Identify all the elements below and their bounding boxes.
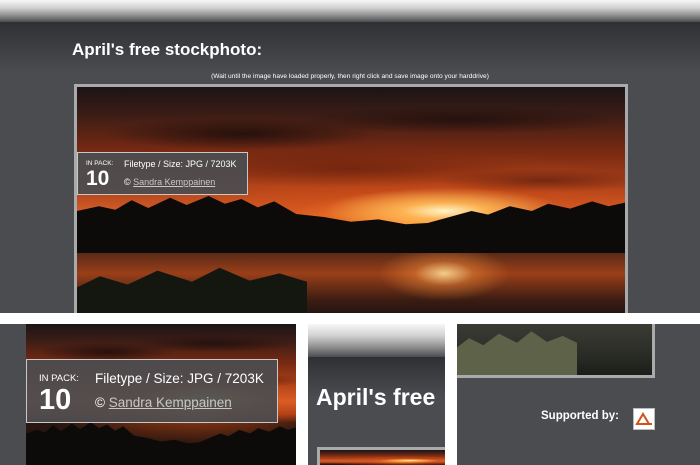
- instructions-text: (Wait until the image have loaded proper…: [211, 73, 489, 80]
- in-pack-label-zoom: IN PACK:: [39, 373, 79, 384]
- in-pack-count: 10: [86, 167, 110, 190]
- top-gloss-bar: [0, 0, 700, 22]
- in-pack-count-zoom: 10: [39, 384, 72, 416]
- filetype-size-text-zoom: Filetype / Size: JPG / 7203K: [95, 371, 264, 386]
- stock-photo-zoom-2: [320, 450, 445, 465]
- stock-photo[interactable]: [77, 87, 625, 313]
- zoom-panel-sponsor: Supported by:: [457, 324, 700, 465]
- main-panel: April's free stockphoto: (Wait until the…: [0, 0, 700, 313]
- top-gloss-bar-zoom: [308, 324, 445, 357]
- author-link[interactable]: Sandra Kemppainen: [133, 177, 215, 187]
- photo-credit-zoom: © Sandra Kemppainen: [95, 395, 232, 410]
- copyright-symbol: ©: [124, 177, 131, 187]
- in-pack-label: IN PACK:: [86, 160, 114, 167]
- photo-info-box: IN PACK: 10 Filetype / Size: JPG / 7203K…: [77, 152, 248, 195]
- page-title-zoom: April's free: [316, 384, 436, 410]
- photo-foreground-bushes-bottom: [457, 331, 577, 375]
- sponsor-logo-icon[interactable]: [633, 408, 655, 430]
- stock-photo-bottom: [457, 324, 652, 375]
- zoom-panel-title: April's free: [308, 324, 445, 465]
- photo-info-box-zoom: IN PACK: 10 Filetype / Size: JPG / 7203K…: [26, 359, 278, 423]
- copyright-symbol-zoom: ©: [95, 395, 105, 410]
- page-title: April's free stockphoto:: [72, 40, 263, 59]
- supported-by-label: Supported by:: [541, 410, 619, 422]
- zoom-panel-info: IN PACK: 10 Filetype / Size: JPG / 7203K…: [0, 324, 296, 465]
- author-link-zoom[interactable]: Sandra Kemppainen: [109, 395, 232, 410]
- filetype-size-text: Filetype / Size: JPG / 7203K: [124, 159, 237, 169]
- photo-credit: © Sandra Kemppainen: [124, 177, 215, 187]
